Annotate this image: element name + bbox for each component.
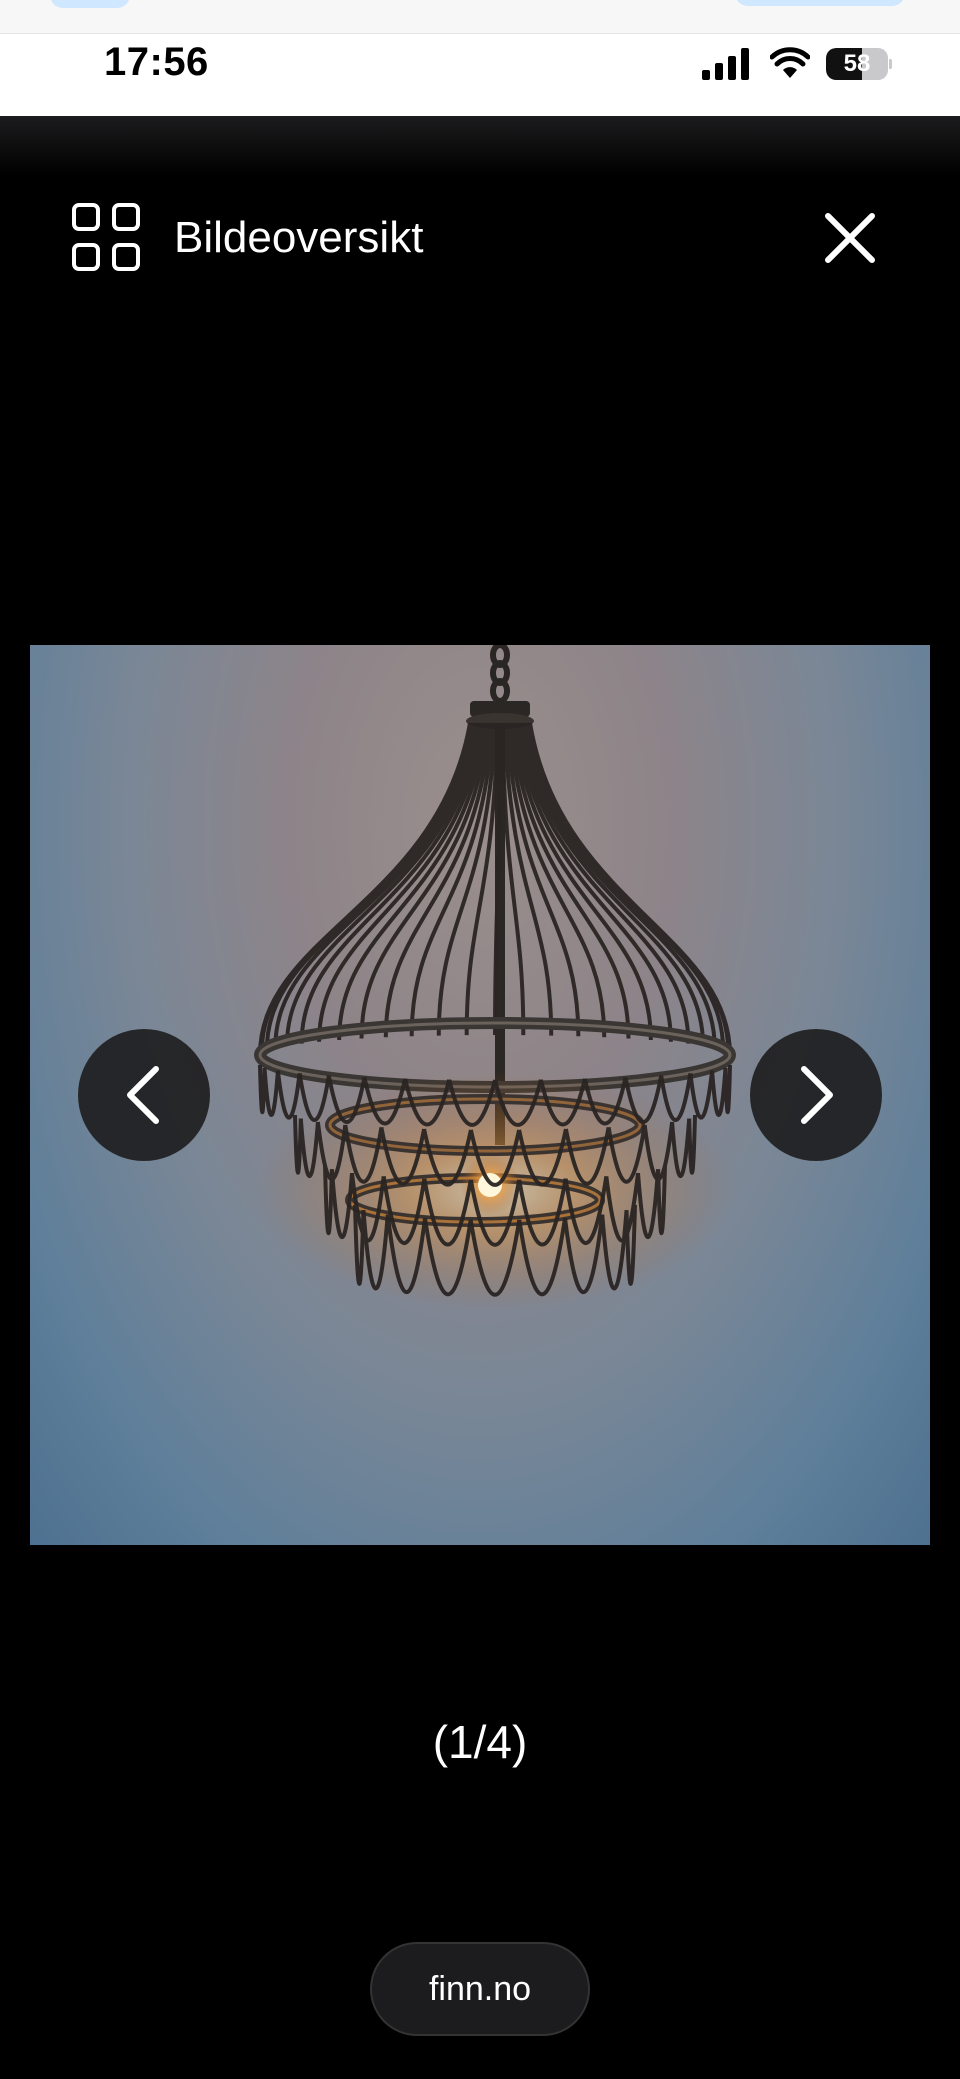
close-button[interactable] bbox=[818, 206, 882, 270]
battery-percentage: 58 bbox=[843, 50, 871, 77]
next-image-button[interactable] bbox=[750, 1029, 882, 1161]
chevron-right-icon bbox=[801, 1066, 833, 1124]
status-bar: 17:56 58 bbox=[0, 34, 960, 116]
browser-url-bar[interactable]: finn.no bbox=[370, 1942, 590, 2036]
wifi-icon bbox=[770, 47, 810, 78]
status-time: 17:56 bbox=[104, 40, 209, 84]
previous-image-button[interactable] bbox=[78, 1029, 210, 1161]
image-overview-button[interactable]: Bildeoversikt bbox=[72, 202, 472, 274]
browser-pill-right bbox=[735, 0, 905, 6]
cellular-signal-icon bbox=[702, 48, 749, 80]
battery-icon: 58 bbox=[826, 48, 892, 80]
grid-icon bbox=[72, 203, 142, 273]
close-icon bbox=[825, 213, 875, 263]
header-gradient bbox=[0, 116, 960, 176]
url-text: finn.no bbox=[428, 1969, 532, 2008]
browser-top-strip bbox=[0, 0, 960, 34]
chevron-left-icon bbox=[127, 1066, 159, 1124]
image-overview-label: Bildeoversikt bbox=[174, 213, 424, 262]
image-counter: (1/4) bbox=[432, 1716, 528, 1768]
browser-pill-left bbox=[50, 0, 130, 8]
